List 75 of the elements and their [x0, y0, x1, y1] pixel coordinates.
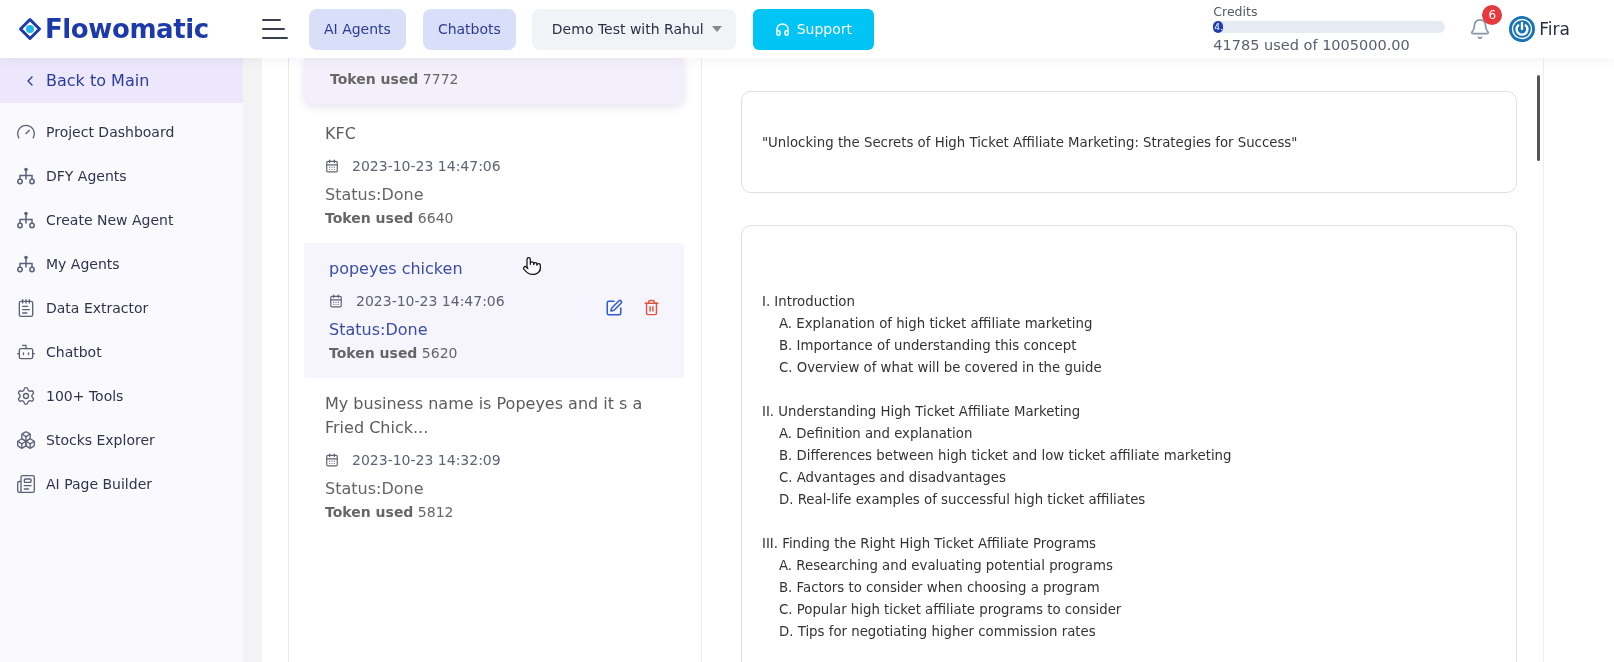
outline-item: B. Importance of understanding this concept: [779, 337, 1077, 355]
outline-heading: III. Finding the Right High Ticket Affiliate Programs: [762, 535, 1097, 553]
menu-icon: [262, 18, 288, 40]
newspaper-icon: [16, 474, 36, 494]
outline-heading: II. Understanding High Ticket Affiliate Marketing: [762, 403, 1081, 421]
user-name[interactable]: Fira: [1539, 19, 1570, 39]
result-title: "Unlocking the Secrets of High Ticket Affiliate Marketing: Strategies for Success": [762, 134, 1298, 150]
history-card[interactable]: KFC 2023-10-23 14:47:06 Status:Done Token used 6640: [304, 108, 684, 243]
history-card[interactable]: popeyes chicken 2023-10-23 14:47:06 Status:Done Token used 5620: [304, 243, 684, 378]
history-title: popeyes chicken: [329, 258, 463, 280]
outline-heading: I. Introduction: [762, 293, 855, 311]
calendar-icon: [329, 294, 343, 308]
token-count: Token used 5620: [329, 344, 458, 362]
delete-button[interactable]: [643, 299, 660, 316]
edit-button[interactable]: [605, 298, 623, 317]
calendar-icon: [325, 453, 339, 467]
outline-item: A. Definition and explanation: [779, 425, 973, 443]
sidebar-item[interactable]: Chatbot: [0, 330, 243, 374]
outline-item: C. Popular high ticket affiliate programs to consider: [779, 601, 1122, 619]
history-status: Status:Done: [325, 184, 424, 206]
trash-icon: [643, 299, 660, 316]
hand-cursor-icon: [522, 256, 542, 276]
hierarchy-icon: [16, 166, 36, 186]
token-count: Token used 7772: [330, 70, 459, 88]
outline-item: B. Factors to consider when choosing a program: [779, 579, 1100, 597]
robot-icon: [16, 342, 36, 362]
history-status: Status:Done: [329, 319, 428, 341]
hierarchy-icon: [16, 254, 36, 274]
history-title: KFC: [325, 123, 356, 145]
gear-icon: [16, 386, 36, 406]
hierarchy-icon: [16, 210, 36, 230]
logo-text: Flowomatic: [45, 14, 209, 44]
outline-item: D. Tips for negotiating higher commission rates: [779, 623, 1096, 641]
history-title: My business name is Popeyes and it s a Fried Chick...: [325, 393, 644, 439]
sidebar-item[interactable]: AI Page Builder: [0, 462, 243, 506]
outline-item: D. Real-life examples of successful high ticket affiliates: [779, 491, 1146, 509]
outline-item: A. Researching and evaluating potential programs: [779, 557, 1113, 575]
sidebar-item[interactable]: Project Dashboard: [0, 110, 243, 154]
notification-bell-icon[interactable]: [1469, 18, 1492, 40]
nav-button[interactable]: Chatbots: [422, 8, 516, 50]
sidebar-item[interactable]: Stocks Explorer: [0, 418, 243, 462]
outline-item: C. Advantages and disadvantages: [779, 469, 1006, 487]
project-select[interactable]: Demo Test with Rahul: [531, 8, 736, 50]
credits-usage: 41785 used of 1005000.00: [1213, 35, 1410, 55]
history-card[interactable]: Token used 7772: [304, 58, 684, 104]
headphones-icon: [774, 21, 790, 37]
boxes-icon: [16, 430, 36, 450]
sidebar-item[interactable]: 100+ Tools: [0, 374, 243, 418]
token-count: Token used 5812: [325, 503, 454, 521]
nav-button[interactable]: AI Agents: [309, 8, 406, 50]
credits-progress-fill: 4.: [1213, 20, 1223, 33]
document-icon: [16, 298, 36, 318]
sidebar-item[interactable]: DFY Agents: [0, 154, 243, 198]
edit-icon: [605, 298, 623, 317]
history-card[interactable]: My business name is Popeyes and it s a Fried Chick... 2023-10-23 14:32:09 Status:Done Token used 5812: [304, 378, 684, 537]
caret-icon: [711, 26, 722, 32]
logo-icon: [18, 17, 42, 41]
history-date: 2023-10-23 14:47:06: [356, 292, 505, 311]
power-icon: [1509, 16, 1536, 42]
calendar-icon: [325, 159, 339, 173]
sidebar-item[interactable]: Create New Agent: [0, 198, 243, 242]
notification-count: 6: [1482, 5, 1503, 25]
history-date: 2023-10-23 14:47:06: [352, 157, 501, 176]
back-link[interactable]: Back to Main: [0, 58, 243, 103]
outline-item: C. Overview of what will be covered in the guide: [779, 359, 1102, 377]
scrollbar-thumb[interactable]: [1537, 75, 1540, 161]
outline-item: A. Explanation of high ticket affiliate marketing: [779, 315, 1093, 333]
credits-label: Credits: [1213, 3, 1258, 19]
outline-item: B. Differences between high ticket and low ticket affiliate marketing: [779, 447, 1232, 465]
history-status: Status:Done: [325, 478, 424, 500]
sidebar-item[interactable]: My Agents: [0, 242, 243, 286]
history-date: 2023-10-23 14:32:09: [352, 451, 501, 470]
menu-button[interactable]: [262, 18, 288, 40]
sidebar-item[interactable]: Data Extractor: [0, 286, 243, 330]
token-count: Token used 6640: [325, 209, 454, 227]
